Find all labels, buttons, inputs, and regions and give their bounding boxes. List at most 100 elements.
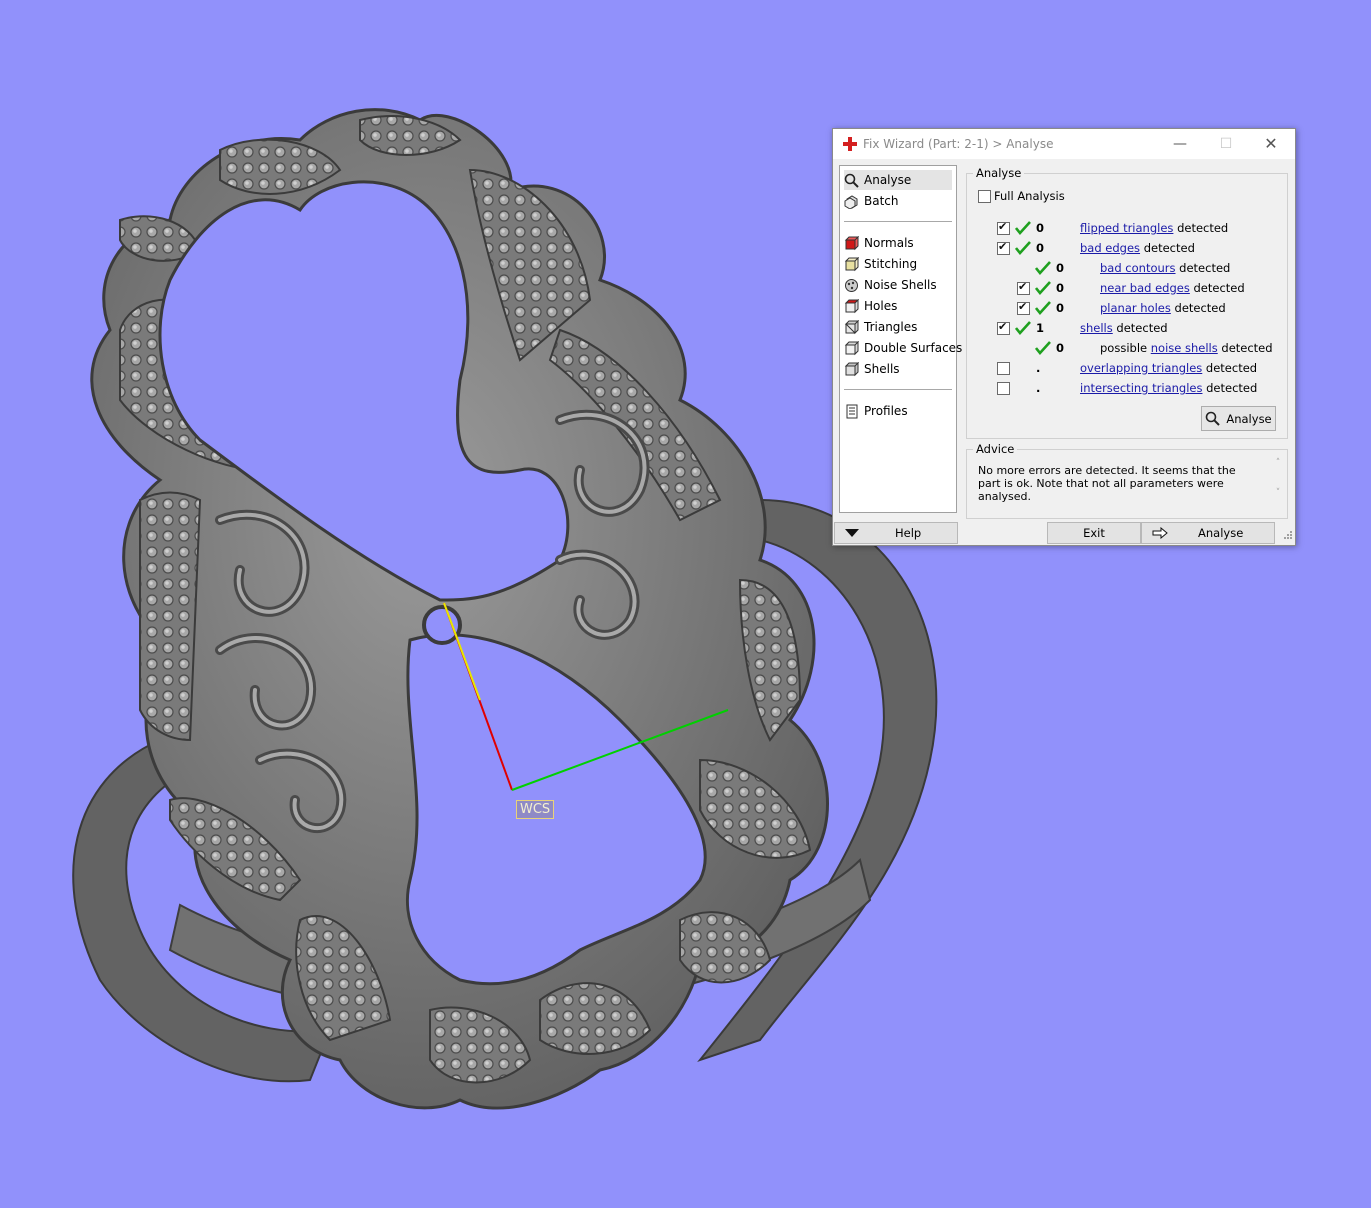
detect-row-text: overlapping triangles detected	[1080, 361, 1257, 375]
normals-cube-icon	[844, 235, 859, 250]
detect-link[interactable]: noise shells	[1151, 341, 1218, 355]
detect-row-text: bad contours detected	[1100, 261, 1230, 275]
sidebar-item-holes[interactable]: Holes	[844, 296, 954, 316]
sidebar-item-stitching[interactable]: Stitching	[844, 254, 954, 274]
red-cross-icon	[843, 137, 857, 151]
detect-prefix: possible	[1100, 341, 1151, 355]
profiles-icon	[846, 404, 858, 418]
detect-checkbox[interactable]	[997, 362, 1010, 375]
scroll-up-icon[interactable]: ˄	[1271, 458, 1285, 468]
wizard-sidebar: Analyse Batch Normals Stitching Noise Sh…	[839, 165, 962, 513]
detect-link[interactable]: overlapping triangles	[1080, 361, 1202, 375]
check-ok-icon	[1035, 341, 1051, 355]
check-ok-icon	[1035, 281, 1051, 295]
detect-row-text: planar holes detected	[1100, 301, 1226, 315]
detect-count: 0	[1056, 301, 1065, 315]
detect-checkbox[interactable]	[997, 240, 1010, 255]
detect-row-text: flipped triangles detected	[1080, 221, 1228, 235]
resize-grip-icon[interactable]	[1281, 530, 1293, 542]
close-button[interactable]: ✕	[1254, 133, 1288, 155]
sidebar-item-label: Analyse	[864, 173, 912, 187]
detect-suffix: detected	[1177, 221, 1229, 235]
noise-shells-icon	[845, 278, 858, 292]
help-button[interactable]: Help	[834, 522, 958, 544]
sidebar-item-normals[interactable]: Normals	[844, 233, 954, 253]
advice-groupbox: Advice No more errors are detected. It s…	[966, 442, 1288, 519]
detect-count: .	[1036, 381, 1041, 395]
detect-link[interactable]: near bad edges	[1100, 281, 1190, 295]
sidebar-item-label: Double Surfaces	[864, 341, 963, 355]
exit-button[interactable]: Exit	[1047, 522, 1141, 544]
analyse-next-button-label: Analyse	[1198, 526, 1244, 540]
detect-row-text: intersecting triangles detected	[1080, 381, 1257, 395]
detect-suffix: detected	[1179, 261, 1231, 275]
check-ok-icon	[1035, 301, 1051, 315]
detect-row-text: possible noise shells detected	[1100, 341, 1273, 355]
detect-suffix: detected	[1143, 241, 1195, 255]
detect-count: 0	[1036, 221, 1045, 235]
detect-checkbox[interactable]	[997, 382, 1010, 395]
detect-count: 0	[1056, 281, 1065, 295]
sidebar-item-label: Batch	[864, 194, 899, 208]
dialog-title: Fix Wizard (Part: 2-1) > Analyse	[863, 137, 1054, 151]
sidebar-item-double-surfaces[interactable]: Double Surfaces	[844, 338, 962, 358]
analyse-group-label: Analyse	[973, 166, 1025, 180]
detect-checkbox[interactable]	[1017, 300, 1030, 315]
analyse-groupbox: Analyse Full Analysis 0 flipped triangles…	[966, 166, 1288, 439]
check-ok-icon	[1015, 241, 1031, 255]
detect-link[interactable]: shells	[1080, 321, 1113, 335]
shells-cube-icon	[844, 361, 859, 376]
holes-cube-icon	[844, 298, 859, 313]
sidebar-item-label: Stitching	[864, 257, 918, 271]
maximize-button[interactable]: ☐	[1209, 133, 1243, 155]
scroll-down-icon[interactable]: ˅	[1271, 488, 1285, 498]
detect-link[interactable]: intersecting triangles	[1080, 381, 1202, 395]
dialog-titlebar[interactable]: Fix Wizard (Part: 2-1) > Analyse — ☐ ✕	[833, 129, 1295, 159]
analyse-button[interactable]: Analyse	[1201, 406, 1276, 431]
check-ok-icon	[1035, 261, 1051, 275]
check-ok-icon	[1015, 321, 1031, 335]
detect-row-text: near bad edges detected	[1100, 281, 1245, 295]
arrow-right-icon	[1152, 527, 1168, 539]
detect-checkbox[interactable]	[997, 320, 1010, 335]
full-analysis-checkbox[interactable]	[978, 190, 991, 203]
detect-suffix: detected	[1116, 321, 1168, 335]
sidebar-item-triangles[interactable]: Triangles	[844, 317, 954, 337]
detect-count: 0	[1056, 261, 1065, 275]
detect-row-text: shells detected	[1080, 321, 1168, 335]
detect-link[interactable]: bad edges	[1080, 241, 1140, 255]
analyse-next-button[interactable]: Analyse	[1141, 522, 1275, 544]
sidebar-item-label: Profiles	[864, 404, 908, 418]
detect-checkbox[interactable]	[1017, 280, 1030, 295]
sidebar-item-label: Holes	[864, 299, 898, 313]
dialog-bottom-bar: Help Exit Analyse	[833, 522, 1295, 544]
detect-count: 1	[1036, 321, 1045, 335]
detect-link[interactable]: bad contours	[1100, 261, 1176, 275]
sidebar-item-label: Shells	[864, 362, 900, 376]
sidebar-item-shells[interactable]: Shells	[844, 359, 954, 379]
magnifier-icon	[1206, 411, 1221, 426]
detect-suffix: detected	[1221, 341, 1273, 355]
full-analysis-label: Full Analysis	[994, 189, 1065, 203]
detect-count: 0	[1036, 241, 1045, 255]
advice-scrollbar[interactable]: ˄ ˅	[1271, 458, 1285, 508]
minimize-button[interactable]: —	[1163, 133, 1197, 155]
triangles-cube-icon	[844, 319, 859, 334]
sidebar-item-noise-shells[interactable]: Noise Shells	[844, 275, 954, 295]
sidebar-item-label: Triangles	[864, 320, 918, 334]
fix-wizard-dialog[interactable]: Fix Wizard (Part: 2-1) > Analyse — ☐ ✕ A…	[832, 128, 1296, 546]
wcs-label: WCS	[516, 800, 555, 819]
detect-link[interactable]: planar holes	[1100, 301, 1171, 315]
detect-count: 0	[1056, 341, 1065, 355]
sidebar-item-analyse[interactable]: Analyse	[844, 170, 952, 190]
check-ok-icon	[1015, 221, 1031, 235]
detect-checkbox[interactable]	[997, 220, 1010, 235]
double-surfaces-cube-icon	[844, 340, 859, 355]
sidebar-item-profiles[interactable]: Profiles	[844, 401, 954, 421]
exit-button-label: Exit	[1083, 526, 1105, 540]
detect-suffix: detected	[1205, 361, 1258, 375]
sidebar-item-batch[interactable]: Batch	[844, 191, 954, 211]
sidebar-item-label: Normals	[864, 236, 914, 250]
detect-suffix: detected	[1193, 281, 1245, 295]
detect-link[interactable]: flipped triangles	[1080, 221, 1173, 235]
